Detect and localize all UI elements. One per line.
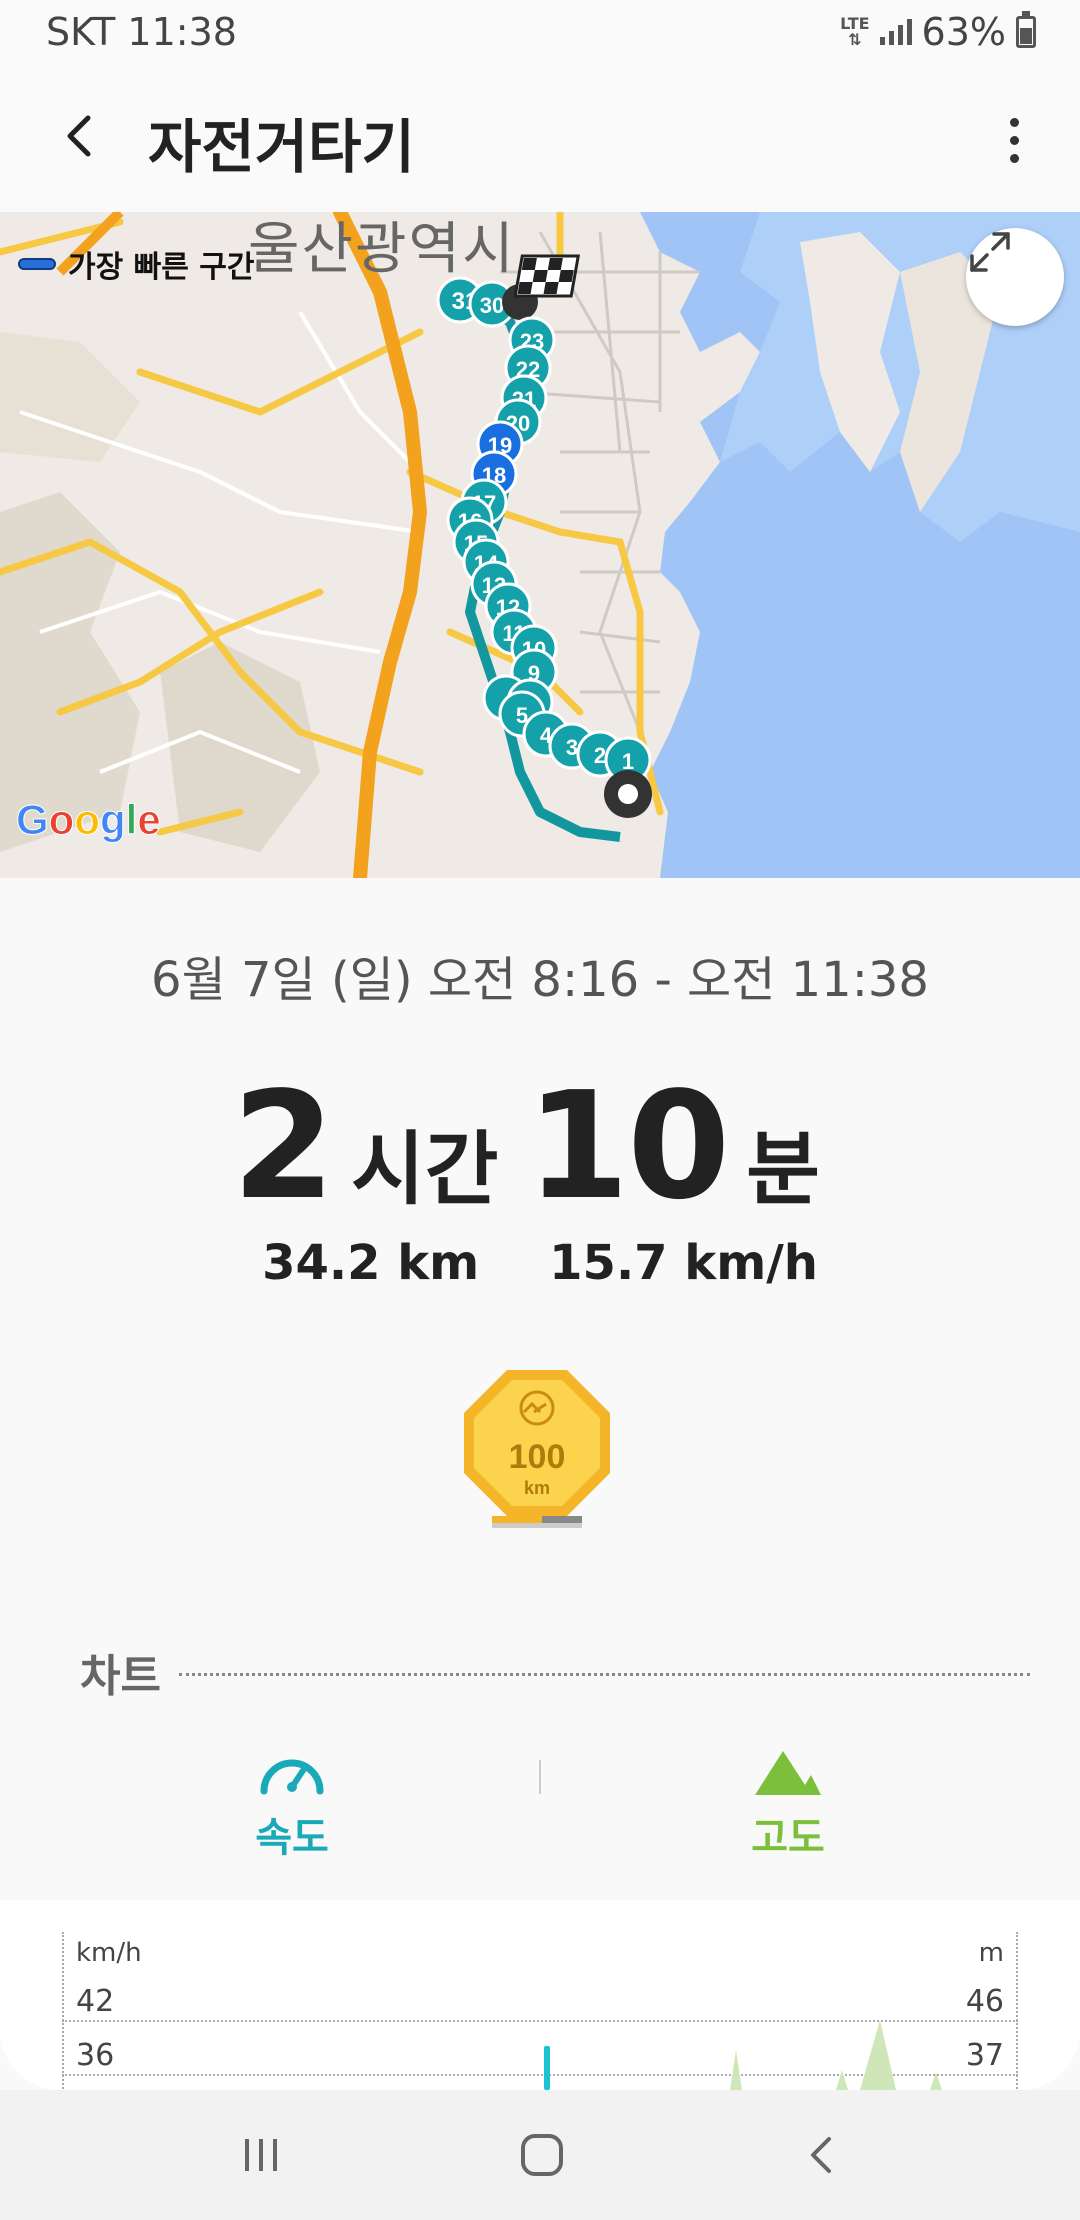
altitude-area (860, 2020, 896, 2090)
status-left: SKT 11:38 (46, 10, 237, 54)
route-map[interactable]: 31 30 23 22 21 20 19 18 17 16 15 14 13 1… (0, 212, 1080, 878)
status-bar: SKT 11:38 LTE ⇅ 63% (0, 0, 1080, 66)
speedometer-icon (260, 1759, 324, 1795)
chart-plot (544, 2020, 942, 2090)
altitude-area (730, 2050, 742, 2090)
route-marker-number: 30 (480, 293, 504, 318)
altitude-area (930, 2072, 942, 2090)
nav-back-button[interactable] (778, 2120, 868, 2190)
map-legend: 가장 빠른 구간 (18, 242, 255, 286)
chart-section-header: 차트 (80, 1640, 1030, 1704)
route-marker-number: 2 (594, 743, 606, 768)
speed-line (544, 2046, 550, 2090)
back-button[interactable] (52, 106, 112, 166)
workout-duration: 2 시간 10 분 (0, 1060, 1080, 1232)
chart-section-title: 차트 (80, 1651, 161, 1702)
expand-map-button[interactable] (966, 228, 1064, 326)
legend-label: 가장 빠른 구간 (68, 250, 255, 285)
duration-hours-unit: 시간 (351, 1123, 499, 1216)
workout-stats: 34.2 km 15.7 km/h (0, 1235, 1080, 1291)
duration-minutes: 10 (526, 1060, 730, 1232)
signal-icon (879, 19, 912, 45)
duration-minutes-unit: 분 (746, 1123, 820, 1216)
recent-apps-button[interactable] (216, 2120, 306, 2190)
more-vert-icon (1009, 117, 1019, 127)
section-divider (178, 1672, 1030, 1676)
legend-swatch (18, 258, 56, 270)
status-right: LTE ⇅ 63% (840, 10, 1036, 54)
workout-date-range: 6월 7일 (일) 오전 8:16 - 오전 11:38 (151, 952, 929, 1008)
mountain-icon (755, 1751, 821, 1795)
tab-altitude-label: 고도 (751, 1815, 825, 1861)
home-button[interactable] (497, 2120, 587, 2190)
google-logo: Google (16, 796, 162, 844)
page-title: 자전거타기 (148, 113, 415, 181)
recent-apps-icon (245, 2139, 277, 2171)
lte-icon: LTE ⇅ (840, 14, 870, 49)
back-arrow-icon (811, 2137, 831, 2173)
distance-badge-icon[interactable]: 100 km (462, 1368, 612, 1532)
altitude-area (836, 2070, 848, 2090)
more-options-button[interactable] (984, 100, 1044, 180)
carrier-label: SKT (46, 10, 116, 54)
distance-value: 34.2 km (262, 1235, 480, 1291)
route-markers: 31 30 23 22 21 20 19 18 17 16 15 14 13 1… (436, 254, 652, 818)
system-nav-bar (0, 2090, 1080, 2220)
badge-value: 100 (509, 1438, 566, 1476)
tab-altitude[interactable]: 고도 (638, 1745, 938, 1863)
home-icon (521, 2134, 563, 2176)
speed-altitude-chart[interactable]: km/h m 42 46 36 37 (0, 1900, 1080, 2090)
battery-percent: 63% (921, 10, 1006, 54)
tab-speed[interactable]: 속도 (142, 1745, 442, 1863)
duration-hours: 2 (232, 1060, 335, 1232)
clock: 11:38 (127, 10, 237, 54)
battery-icon (1016, 11, 1036, 48)
chevron-left-icon (67, 115, 91, 157)
badge-unit: km (524, 1478, 550, 1498)
finish-flag-icon (513, 254, 581, 298)
app-bar: 자전거타기 (0, 66, 1080, 212)
expand-icon (970, 232, 1010, 272)
route-marker-number: 3 (566, 735, 578, 760)
avg-speed-value: 15.7 km/h (549, 1235, 818, 1291)
tab-speed-label: 속도 (255, 1815, 329, 1861)
start-point-icon (604, 770, 652, 818)
tab-divider (539, 1760, 541, 1794)
map-city-label: 울산광역시 (248, 217, 516, 282)
